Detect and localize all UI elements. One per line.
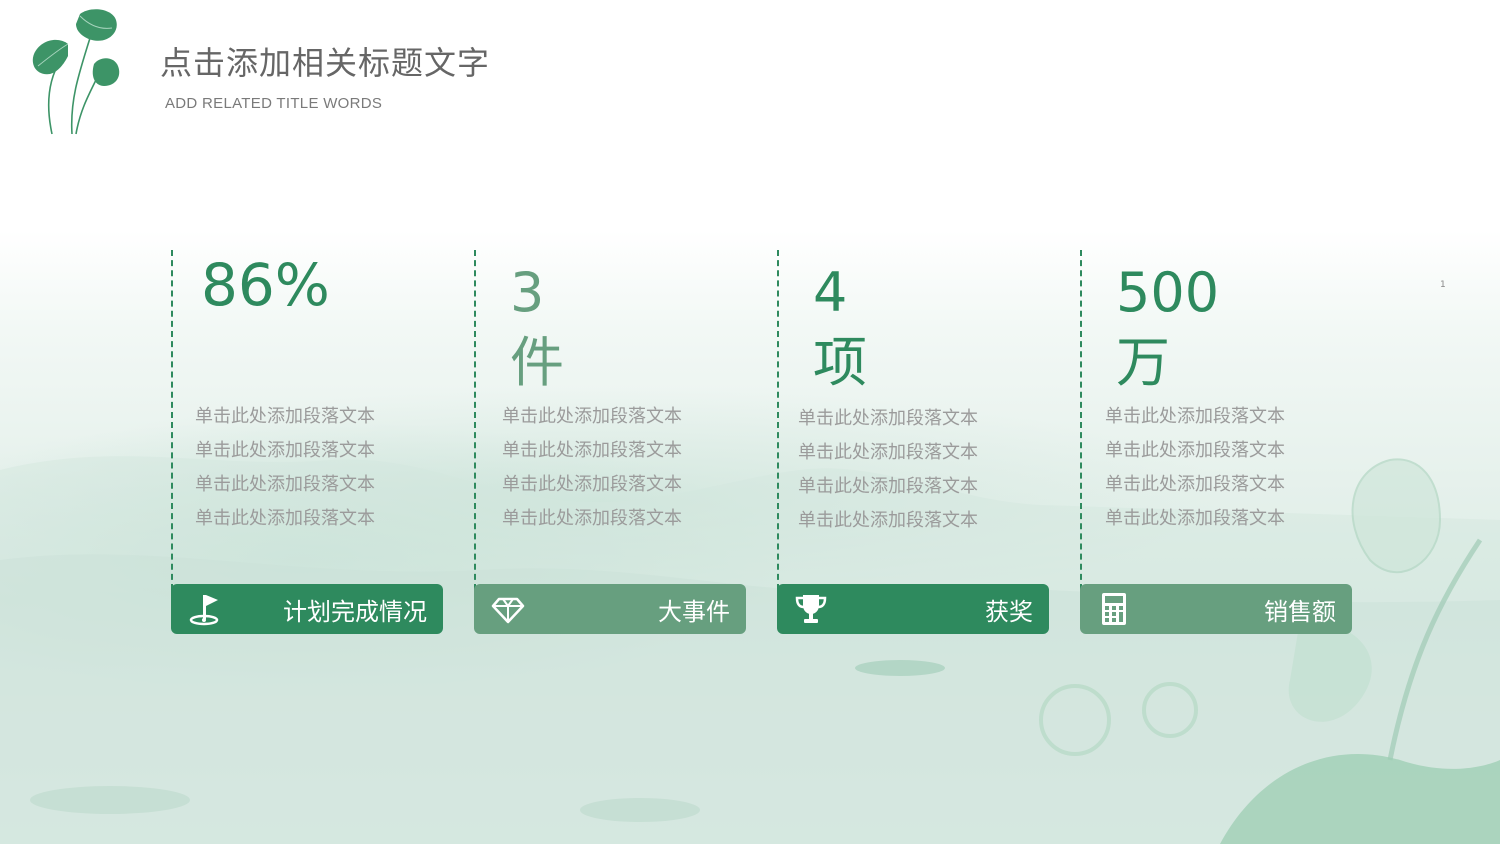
stat-unit: 项 (813, 331, 867, 395)
flag-icon (187, 591, 223, 627)
stat-value: 3 件 (510, 258, 564, 398)
paragraph-text[interactable]: 单击此处添加段落文本 (502, 468, 682, 502)
paragraph-text[interactable]: 单击此处添加段落文本 (195, 434, 375, 468)
paragraph-text[interactable]: 单击此处添加段落文本 (1105, 502, 1285, 536)
dashed-divider (777, 250, 779, 590)
stat-column-events: 3 件 单击此处添加段落文本 单击此处添加段落文本 单击此处添加段落文本 单击此… (474, 250, 746, 635)
label-bar-sales[interactable]: 销售额 (1080, 584, 1352, 634)
paragraph-text[interactable]: 单击此处添加段落文本 (798, 504, 978, 538)
stat-unit: 万 (1116, 331, 1170, 395)
stat-number: 86% (201, 251, 330, 319)
stat-number: 500 (1116, 261, 1220, 324)
dashed-divider (171, 250, 173, 590)
slide-marker: 1 (1440, 280, 1446, 290)
paragraph-text[interactable]: 单击此处添加段落文本 (502, 400, 682, 434)
paragraph-list: 单击此处添加段落文本 单击此处添加段落文本 单击此处添加段落文本 单击此处添加段… (502, 400, 682, 536)
stat-unit: 件 (510, 331, 564, 395)
paragraph-text[interactable]: 单击此处添加段落文本 (798, 436, 978, 470)
label-bar-awards[interactable]: 获奖 (777, 584, 1049, 634)
lotus-leaf-logo (32, 9, 120, 135)
stat-number: 4 (813, 261, 848, 324)
paragraph-text[interactable]: 单击此处添加段落文本 (1105, 468, 1285, 502)
paragraph-text[interactable]: 单击此处添加段落文本 (195, 400, 375, 434)
stat-number: 3 (510, 261, 545, 324)
stat-column-plan: 86% 单击此处添加段落文本 单击此处添加段落文本 单击此处添加段落文本 单击此… (171, 250, 443, 635)
page-subtitle: ADD RELATED TITLE WORDS (165, 95, 383, 112)
paragraph-list: 单击此处添加段落文本 单击此处添加段落文本 单击此处添加段落文本 单击此处添加段… (195, 400, 375, 536)
label-bar-events[interactable]: 大事件 (474, 584, 746, 634)
paragraph-text[interactable]: 单击此处添加段落文本 (502, 434, 682, 468)
label-bar-plan[interactable]: 计划完成情况 (171, 584, 443, 634)
paragraph-text[interactable]: 单击此处添加段落文本 (1105, 400, 1285, 434)
dashed-divider (1080, 250, 1082, 590)
dashed-divider (474, 250, 476, 590)
stat-value: 86% (201, 256, 330, 314)
page-title: 点击添加相关标题文字 (160, 44, 491, 82)
paragraph-list: 单击此处添加段落文本 单击此处添加段落文本 单击此处添加段落文本 单击此处添加段… (798, 402, 978, 538)
stat-column-sales: 500 万 单击此处添加段落文本 单击此处添加段落文本 单击此处添加段落文本 单… (1080, 250, 1352, 635)
paragraph-text[interactable]: 单击此处添加段落文本 (798, 470, 978, 504)
calculator-icon (1096, 591, 1132, 627)
label-text: 大事件 (658, 597, 730, 626)
paragraph-text[interactable]: 单击此处添加段落文本 (195, 502, 375, 536)
diamond-icon (490, 591, 526, 627)
label-text: 获奖 (985, 597, 1033, 626)
paragraph-text[interactable]: 单击此处添加段落文本 (798, 402, 978, 436)
stat-column-awards: 4 项 单击此处添加段落文本 单击此处添加段落文本 单击此处添加段落文本 单击此… (777, 250, 1049, 635)
label-text: 销售额 (1264, 597, 1336, 626)
stat-value: 4 项 (813, 258, 867, 398)
paragraph-list: 单击此处添加段落文本 单击此处添加段落文本 单击此处添加段落文本 单击此处添加段… (1105, 400, 1285, 536)
paragraph-text[interactable]: 单击此处添加段落文本 (195, 468, 375, 502)
stat-value: 500 万 (1116, 258, 1219, 398)
paragraph-text[interactable]: 单击此处添加段落文本 (502, 502, 682, 536)
label-text: 计划完成情况 (283, 597, 427, 626)
trophy-icon (793, 591, 829, 627)
paragraph-text[interactable]: 单击此处添加段落文本 (1105, 434, 1285, 468)
